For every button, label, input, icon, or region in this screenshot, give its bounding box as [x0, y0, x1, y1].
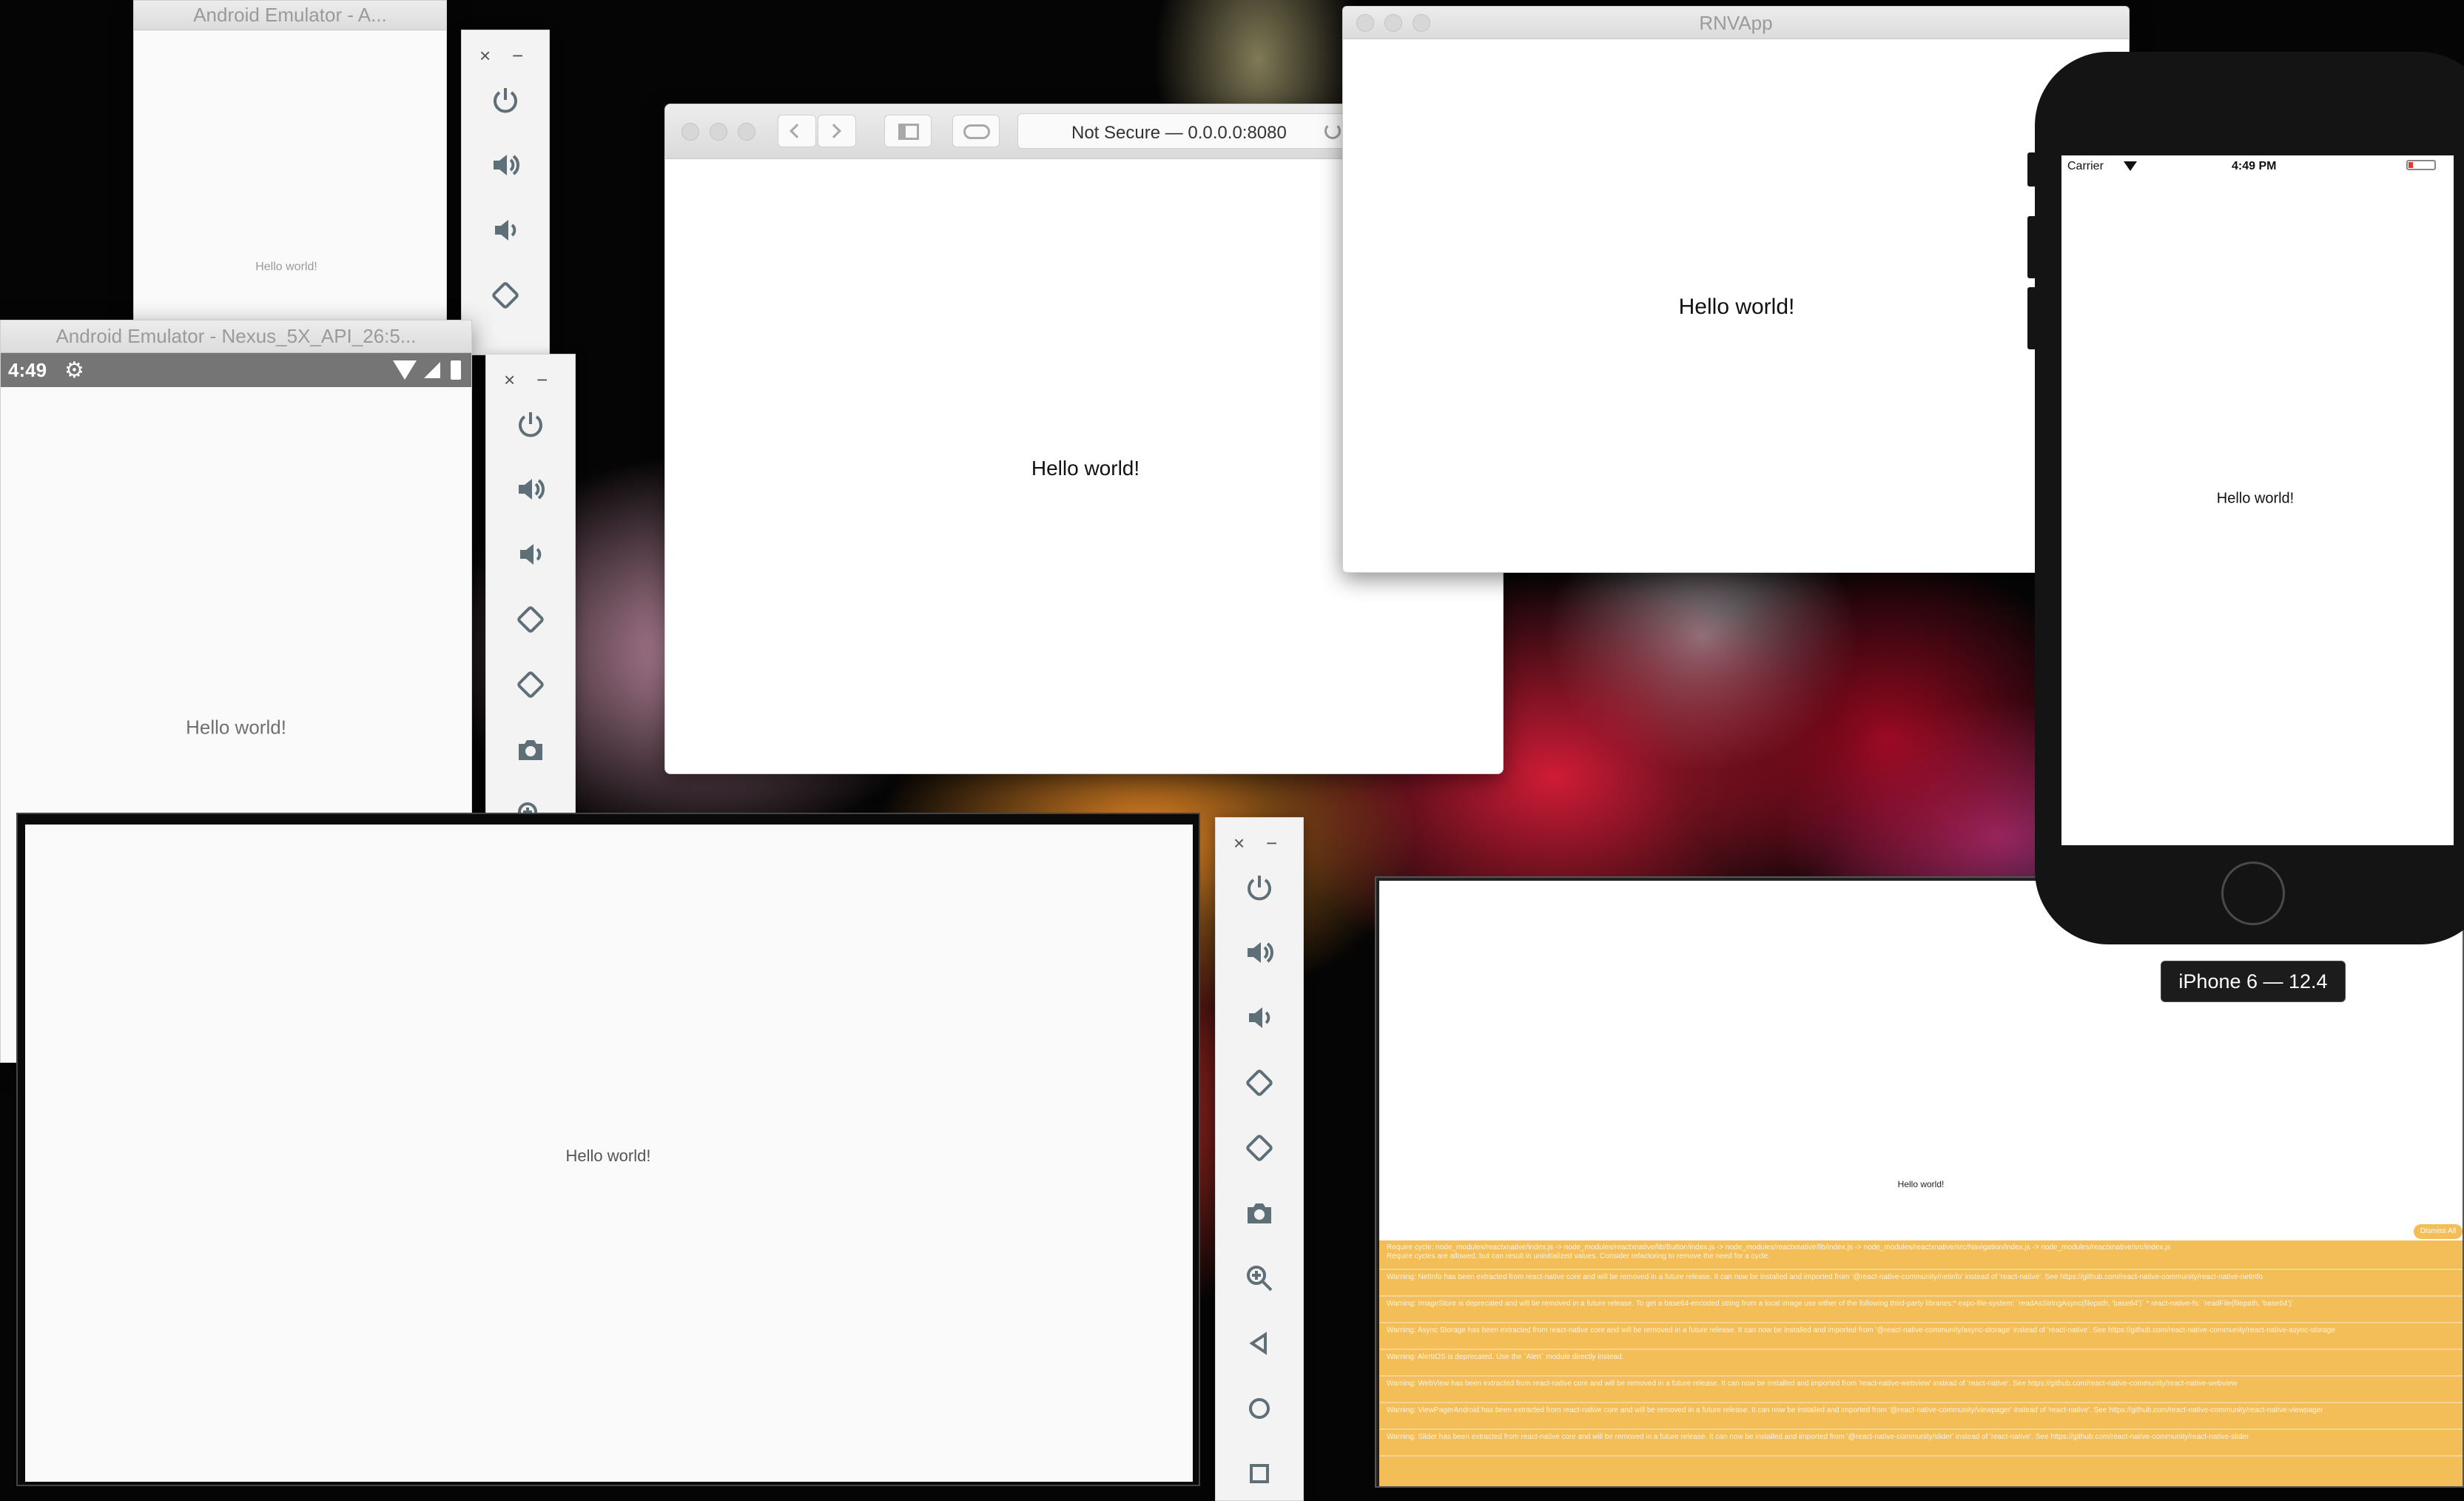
- device-label: iPhone 6 — 12.4: [2161, 961, 2346, 1002]
- emulator-side-toolbar-landscape: × −: [1215, 817, 1304, 1501]
- warning-text: Warning: ViewPagerAndroid has been extra…: [1387, 1406, 2323, 1414]
- close-window-button[interactable]: [1356, 14, 1374, 32]
- window-title: Android Emulator - Nexus_5X_API_26:5...: [55, 325, 417, 347]
- carrier-label: Carrier: [2067, 160, 2104, 172]
- forward-button[interactable]: [818, 115, 856, 147]
- battery-icon: [2406, 160, 2436, 170]
- rotate-right-icon[interactable]: [510, 664, 551, 705]
- yellow-box-warnings[interactable]: Require cycle: node_modules/reactxnative…: [1379, 1240, 2463, 1486]
- window-title: Android Emulator - A...: [193, 4, 387, 26]
- hello-text: Hello world!: [2216, 490, 2295, 507]
- wifi-icon: [393, 360, 417, 380]
- minimize-window-button[interactable]: [1384, 14, 1402, 32]
- warning-text: Require cycle: node_modules/reactxnative…: [1387, 1243, 2171, 1252]
- chevron-left-icon: [790, 124, 804, 138]
- android-status-bar: 4:49 ⚙: [1, 353, 471, 387]
- volume-up-icon[interactable]: [1239, 932, 1280, 973]
- warning-text: Warning: NetInfo has been extracted from…: [1387, 1273, 2263, 1281]
- chevron-right-icon: [827, 124, 841, 138]
- hello-text: Hello world!: [1031, 457, 1140, 480]
- reload-icon[interactable]: [1324, 123, 1341, 139]
- volume-down-side-button[interactable]: [2027, 287, 2036, 349]
- warning-row[interactable]: Warning: Async Storage has been extracte…: [1379, 1323, 2463, 1350]
- warning-row[interactable]: Warning: Slider has been extracted from …: [1379, 1430, 2463, 1457]
- close-button[interactable]: ×: [504, 365, 515, 394]
- hello-text: Hello world!: [255, 261, 317, 273]
- warning-text: Warning: AlertIOS is deprecated. Use the…: [1387, 1353, 1624, 1361]
- warning-row[interactable]: Require cycle: node_modules/reactxnative…: [1379, 1240, 2463, 1270]
- warning-row[interactable]: Warning: WebView has been extracted from…: [1379, 1377, 2463, 1403]
- warning-text: Warning: Async Storage has been extracte…: [1387, 1326, 2335, 1334]
- hello-text: Hello world!: [1678, 295, 1795, 319]
- volume-down-icon[interactable]: [485, 209, 526, 251]
- volume-down-icon[interactable]: [510, 534, 551, 575]
- device-label-text: iPhone 6 — 12.4: [2178, 970, 2328, 993]
- signal-icon: [424, 362, 440, 378]
- volume-up-icon[interactable]: [510, 469, 551, 510]
- power-icon[interactable]: [510, 403, 551, 445]
- rotate-left-icon[interactable]: [510, 599, 551, 640]
- window-title-bar[interactable]: Android Emulator - Nexus_5X_API_26:5...: [1, 320, 471, 353]
- dismiss-all-label: Dismiss All: [2420, 1227, 2457, 1235]
- minimize-button[interactable]: −: [512, 41, 523, 70]
- back-icon[interactable]: [1239, 1323, 1280, 1364]
- warning-row[interactable]: Warning: AlertIOS is deprecated. Use the…: [1379, 1350, 2463, 1377]
- overview-icon[interactable]: [1239, 1453, 1280, 1494]
- back-button[interactable]: [778, 115, 816, 147]
- volume-up-icon[interactable]: [485, 144, 526, 186]
- minimize-button[interactable]: −: [1266, 828, 1277, 858]
- volume-down-icon[interactable]: [1239, 997, 1280, 1038]
- warning-row[interactable]: Warning: NetInfo has been extracted from…: [1379, 1270, 2463, 1297]
- dismiss-all-button[interactable]: Dismiss All: [2414, 1224, 2463, 1239]
- battery-icon: [451, 360, 461, 380]
- settings-icon: ⚙: [64, 358, 84, 383]
- home-button[interactable]: [2221, 862, 2285, 925]
- address-text: Not Secure — 0.0.0.0:8080: [1071, 123, 1287, 143]
- close-button[interactable]: ×: [479, 41, 491, 70]
- hello-text: Hello world!: [1897, 1179, 1945, 1189]
- warning-text: Warning: WebView has been extracted from…: [1387, 1380, 2238, 1388]
- warning-row[interactable]: Warning: ViewPagerAndroid has been extra…: [1379, 1403, 2463, 1430]
- window-title-bar[interactable]: Android Emulator - A...: [134, 1, 446, 30]
- warning-note: Require cycles are allowed, but can resu…: [1387, 1252, 1771, 1260]
- cloud-icon: [963, 124, 990, 139]
- android-emulator-landscape-window[interactable]: Hello world!: [16, 813, 1200, 1486]
- iphone-simulator[interactable]: Carrier 4:49 PM Hello world!: [2027, 52, 2464, 944]
- close-window-button[interactable]: [681, 123, 699, 141]
- clock: 4:49 PM: [2232, 160, 2277, 172]
- rotate-right-icon[interactable]: [1239, 1127, 1280, 1169]
- power-icon[interactable]: [1239, 867, 1280, 908]
- home-icon[interactable]: [1239, 1388, 1280, 1429]
- minimize-button[interactable]: −: [536, 365, 548, 394]
- hello-text: Hello world!: [565, 1146, 651, 1165]
- zoom-window-button[interactable]: [1413, 14, 1430, 32]
- iphone-screen[interactable]: Carrier 4:49 PM Hello world!: [2061, 155, 2454, 845]
- volume-up-side-button[interactable]: [2027, 216, 2036, 278]
- icloud-tabs-button[interactable]: [952, 115, 1000, 147]
- hello-text: Hello world!: [186, 716, 286, 739]
- warning-text: Warning: ImageStore is deprecated and wi…: [1387, 1300, 2295, 1308]
- minimize-window-button[interactable]: [710, 123, 727, 141]
- side-button[interactable]: [2027, 152, 2036, 187]
- zoom-icon[interactable]: [1239, 1257, 1280, 1299]
- camera-icon[interactable]: [1239, 1192, 1280, 1234]
- close-button[interactable]: ×: [1233, 828, 1245, 858]
- status-time: 4:49: [8, 359, 47, 381]
- zoom-window-button[interactable]: [738, 123, 755, 141]
- camera-icon[interactable]: [510, 729, 551, 770]
- power-icon[interactable]: [485, 79, 526, 121]
- warning-row[interactable]: Warning: ImageStore is deprecated and wi…: [1379, 1297, 2463, 1323]
- sidebar-icon: [898, 124, 919, 140]
- rotate-left-icon[interactable]: [485, 275, 526, 316]
- wifi-icon: [2124, 161, 2137, 171]
- window-title: RNVApp: [1699, 12, 1773, 34]
- rotate-left-icon[interactable]: [1239, 1062, 1280, 1104]
- window-title-bar[interactable]: RNVApp: [1343, 7, 2129, 39]
- android-emulator-back-window[interactable]: Android Emulator - A... Hello world!: [133, 0, 447, 333]
- rnvapp-window[interactable]: RNVApp Hello world!: [1342, 6, 2130, 573]
- sidebar-button[interactable]: [884, 115, 932, 147]
- emulator-screen[interactable]: Hello world!: [25, 825, 1193, 1482]
- warning-text: Warning: Slider has been extracted from …: [1387, 1433, 2249, 1441]
- emulator-side-toolbar-back: × −: [461, 30, 550, 355]
